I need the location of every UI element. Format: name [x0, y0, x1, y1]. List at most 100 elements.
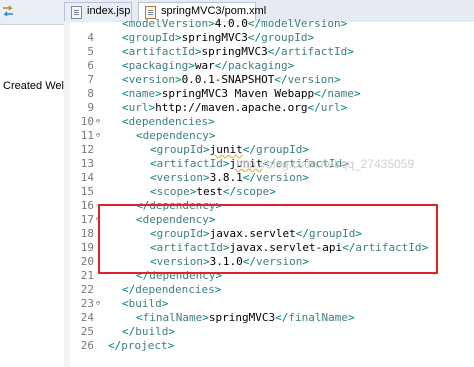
code-line[interactable]: 16 </dependency> [64, 199, 474, 213]
close-tag: artifactId [275, 157, 343, 170]
code-line[interactable]: 5 <artifactId>springMVC3</artifactId> [64, 45, 474, 59]
fold-toggle-icon[interactable] [94, 33, 102, 41]
fold-toggle-icon[interactable] [94, 75, 102, 83]
open-tag: build [128, 297, 162, 310]
code-line[interactable]: 14 <version>3.8.1</version> [64, 171, 474, 185]
code-line[interactable]: 6 <packaging>war</packaging> [64, 59, 474, 73]
code-line[interactable]: 11 ⊖ <dependency> [64, 129, 474, 143]
line-number: 19 [80, 241, 94, 254]
fold-toggle-icon[interactable]: ⊖ [94, 117, 102, 125]
code-text: <artifactId>javax.servlet-api</artifactI… [150, 241, 429, 254]
fold-toggle-icon[interactable] [94, 103, 102, 111]
code-line[interactable]: 7 <version>0.0.1-SNAPSHOT</version> [64, 73, 474, 87]
open-tag: groupId [128, 31, 175, 44]
open-tag: version [156, 171, 203, 184]
line-number: 7 [87, 73, 94, 86]
line-number: 5 [87, 45, 94, 58]
line-number: 22 [80, 283, 94, 296]
code-editor[interactable]: <modelVersion>4.0.0</modelVersion> 4 <grou… [64, 17, 474, 367]
open-tag: scope [156, 185, 190, 198]
close-tag: url [320, 101, 341, 114]
fold-toggle-icon[interactable] [94, 313, 102, 321]
code-line[interactable]: 20 <version>3.1.0</version> [64, 255, 474, 269]
tab-label: index.jsp [87, 5, 131, 17]
fold-toggle-icon[interactable] [94, 145, 102, 153]
close-tag: dependency [149, 269, 216, 282]
code-line[interactable]: 23 ⊖ <build> [64, 297, 474, 311]
code-line[interactable]: 21 </dependency> [64, 269, 474, 283]
close-tag: project [121, 339, 168, 352]
open-tag: version [128, 73, 175, 86]
fold-toggle-icon[interactable] [94, 19, 102, 27]
fold-toggle-icon[interactable] [94, 327, 102, 335]
fold-toggle-icon[interactable]: ⊖ [94, 131, 102, 139]
close-tag: groupId [308, 227, 356, 240]
left-panel: Created Wel [0, 0, 65, 367]
fold-toggle-icon[interactable] [94, 341, 102, 349]
code-line[interactable]: 4 <groupId>springMVC3</groupId> [64, 31, 474, 45]
element-text: test [196, 185, 223, 198]
code-line[interactable]: 15 <scope>test</scope> [64, 185, 474, 199]
code-line[interactable]: 12 <groupId>junit</groupId> [64, 143, 474, 157]
fold-toggle-icon[interactable] [94, 201, 102, 209]
code-text: </dependency> [136, 269, 223, 282]
fold-toggle-icon[interactable] [94, 229, 102, 237]
element-text: springMVC3 [208, 311, 276, 324]
code-text: </dependency> [136, 199, 223, 212]
element-text: 3.8.1 [209, 171, 243, 184]
code-line[interactable]: 9 <url>http://maven.apache.org</url> [64, 101, 474, 115]
code-line[interactable]: 10 ⊖ <dependencies> [64, 115, 474, 129]
code-line[interactable]: 19 <artifactId>javax.servlet-api</artifac… [64, 241, 474, 255]
fold-toggle-icon[interactable] [94, 257, 102, 265]
code-text: <modelVersion>4.0.0</modelVersion> [122, 17, 348, 30]
open-tag: url [128, 101, 149, 114]
line-number: 11 [80, 129, 94, 142]
open-tag: dependencies [128, 115, 209, 128]
code-line[interactable]: 8 <name>springMVC3 Maven Webapp</name> [64, 87, 474, 101]
code-line[interactable]: 22 </dependencies> [64, 283, 474, 297]
code-text: <build> [122, 297, 169, 310]
tab-label: springMVC3/pom.xml [161, 5, 267, 17]
fold-toggle-icon[interactable]: ⊖ [94, 215, 102, 223]
close-tag: name [327, 87, 354, 100]
fold-toggle-icon[interactable] [94, 159, 102, 167]
line-number: 24 [80, 311, 94, 324]
line-number: 6 [87, 59, 94, 72]
fold-toggle-icon[interactable] [94, 173, 102, 181]
close-tag: build [135, 325, 169, 338]
code-line[interactable]: 18 <groupId>javax.servlet</groupId> [64, 227, 474, 241]
line-number: 18 [80, 227, 94, 240]
code-text: <scope>test</scope> [150, 185, 276, 198]
fold-toggle-icon[interactable] [94, 243, 102, 251]
fold-toggle-icon[interactable] [94, 61, 102, 69]
code-line[interactable]: <modelVersion>4.0.0</modelVersion> [64, 17, 474, 31]
close-tag: version [287, 73, 334, 86]
code-line[interactable]: 17 ⊖ <dependency> [64, 213, 474, 227]
arrow-swap-icon[interactable] [2, 5, 14, 17]
close-tag: dependency [149, 199, 216, 212]
fold-toggle-icon[interactable]: ⊖ [94, 299, 102, 307]
code-line[interactable]: 13 <artifactId>junit</artifactId> [64, 157, 474, 171]
open-tag: name [128, 87, 156, 100]
fold-toggle-icon[interactable] [94, 285, 102, 293]
code-line[interactable]: 24 <finalName>springMVC3</finalName> [64, 311, 474, 325]
element-text: 3.1.0 [209, 255, 243, 268]
line-number: 16 [80, 199, 94, 212]
fold-toggle-icon[interactable] [94, 47, 102, 55]
code-line[interactable]: 25 </build> [64, 325, 474, 339]
code-text: <dependency> [136, 129, 216, 142]
fold-toggle-icon[interactable] [94, 89, 102, 97]
fold-toggle-icon[interactable] [94, 187, 102, 195]
element-text: springMVC3 [201, 45, 268, 58]
element-text: springMVC3 [181, 31, 248, 44]
fold-toggle-icon[interactable] [94, 271, 102, 279]
code-line[interactable]: 26 </project> [64, 339, 474, 353]
code-text: <groupId>javax.servlet</groupId> [150, 227, 362, 240]
code-text: <dependencies> [122, 115, 215, 128]
line-number: 4 [87, 31, 94, 44]
code-text: <packaging>war</packaging> [122, 59, 295, 72]
close-tag: version [255, 171, 303, 184]
code-text: <groupId>junit</groupId> [150, 143, 309, 156]
open-tag: groupId [156, 227, 203, 240]
open-tag: finalName [142, 311, 203, 324]
